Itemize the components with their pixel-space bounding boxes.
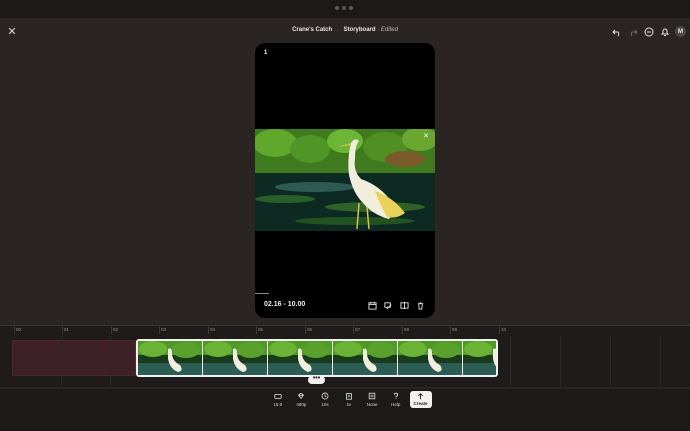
storyboard-preview: 1 ✕ 02.16 - 10.00 — [255, 43, 435, 318]
bottom-toolbar: 16:9 480p 10s 4v None Help Create — [266, 391, 432, 408]
ruler-tick: 05 — [255, 326, 264, 334]
ruler-tick: 10 — [498, 326, 507, 334]
title-separator: · — [336, 27, 339, 33]
project-name: Crane's Catch — [292, 27, 333, 33]
playback-progress — [255, 293, 269, 294]
calendar-icon[interactable] — [367, 300, 377, 310]
bell-icon[interactable] — [659, 26, 670, 37]
empty-clip-slot[interactable] — [12, 340, 136, 376]
minus-circle-icon[interactable] — [643, 26, 654, 37]
arrow-up-icon — [418, 393, 423, 400]
trash-icon[interactable] — [415, 300, 425, 310]
clip-thumbnail — [138, 341, 203, 375]
duration-button[interactable]: 10s — [313, 391, 337, 408]
view-name: Storyboard — [343, 27, 376, 33]
ruler-tick: 08 — [401, 326, 410, 334]
redo-icon[interactable] — [627, 26, 638, 37]
ruler-tick: 00 — [13, 326, 22, 334]
ruler-tick: 09 — [449, 326, 458, 334]
duration-label: 10s — [321, 402, 329, 407]
create-label: Create — [413, 401, 428, 406]
timeline-ruler: 00 01 02 03 04 05 06 07 08 09 10 — [0, 326, 690, 336]
variations-label: 4v — [346, 402, 351, 407]
scene-close-icon[interactable]: ✕ — [422, 133, 430, 141]
caption-icon[interactable] — [383, 300, 393, 310]
help-button[interactable]: Help — [384, 391, 408, 408]
scene-image[interactable]: ✕ — [255, 129, 435, 231]
ruler-tick: 07 — [352, 326, 361, 334]
timeline: 00 01 02 03 04 05 06 07 08 09 10 — [0, 325, 690, 387]
clock-icon — [321, 392, 329, 400]
clip-thumbnail — [268, 341, 333, 375]
header-actions: M — [611, 26, 686, 37]
create-button[interactable]: Create — [409, 391, 432, 408]
resolution-button[interactable]: 480p — [290, 391, 314, 408]
video-clip[interactable] — [136, 339, 498, 377]
ruler-tick: 01 — [61, 326, 70, 334]
time-range: 02.16 - 10.00 — [264, 301, 306, 308]
undo-icon[interactable] — [611, 26, 622, 37]
ruler-tick: 03 — [158, 326, 167, 334]
ruler-tick: 04 — [207, 326, 216, 334]
style-button[interactable]: None — [360, 391, 384, 408]
edited-separator: · — [377, 27, 380, 33]
clip-thumbnail — [398, 341, 463, 375]
clip-thumbnail — [333, 341, 398, 375]
window-dots[interactable] — [335, 6, 353, 10]
window-top-strip — [0, 0, 690, 18]
preview-tools — [367, 300, 425, 310]
frame-number: 1 — [264, 50, 268, 56]
resolution-label: 480p — [296, 402, 307, 407]
timeline-track — [0, 337, 690, 377]
ruler-tick: 02 — [110, 326, 119, 334]
help-label: Help — [391, 402, 401, 407]
copies-icon — [345, 393, 352, 400]
style-label: None — [366, 402, 378, 407]
aspect-ratio-label: 16:9 — [273, 402, 283, 407]
help-icon — [393, 392, 398, 400]
more-options-button[interactable]: ••• — [308, 375, 325, 384]
aspect-ratio-button[interactable]: 16:9 — [266, 391, 290, 408]
diamond-icon — [298, 393, 305, 400]
page-title: Crane's Catch · Storyboard · Edited — [0, 27, 690, 33]
clip-thumbnail — [203, 341, 268, 375]
ruler-tick: 06 — [304, 326, 313, 334]
header-bar: ✕ Crane's Catch · Storyboard · Edited M — [0, 18, 690, 46]
avatar[interactable]: M — [675, 26, 686, 37]
style-icon — [368, 392, 376, 400]
aspect-ratio-icon — [274, 394, 282, 399]
clip-thumbnail — [463, 341, 496, 375]
bottom-toolbar-area: 16:9 480p 10s 4v None Help Create — [0, 389, 690, 431]
edited-status: Edited — [380, 27, 398, 33]
variations-button[interactable]: 4v — [337, 391, 361, 408]
split-icon[interactable] — [399, 300, 409, 310]
